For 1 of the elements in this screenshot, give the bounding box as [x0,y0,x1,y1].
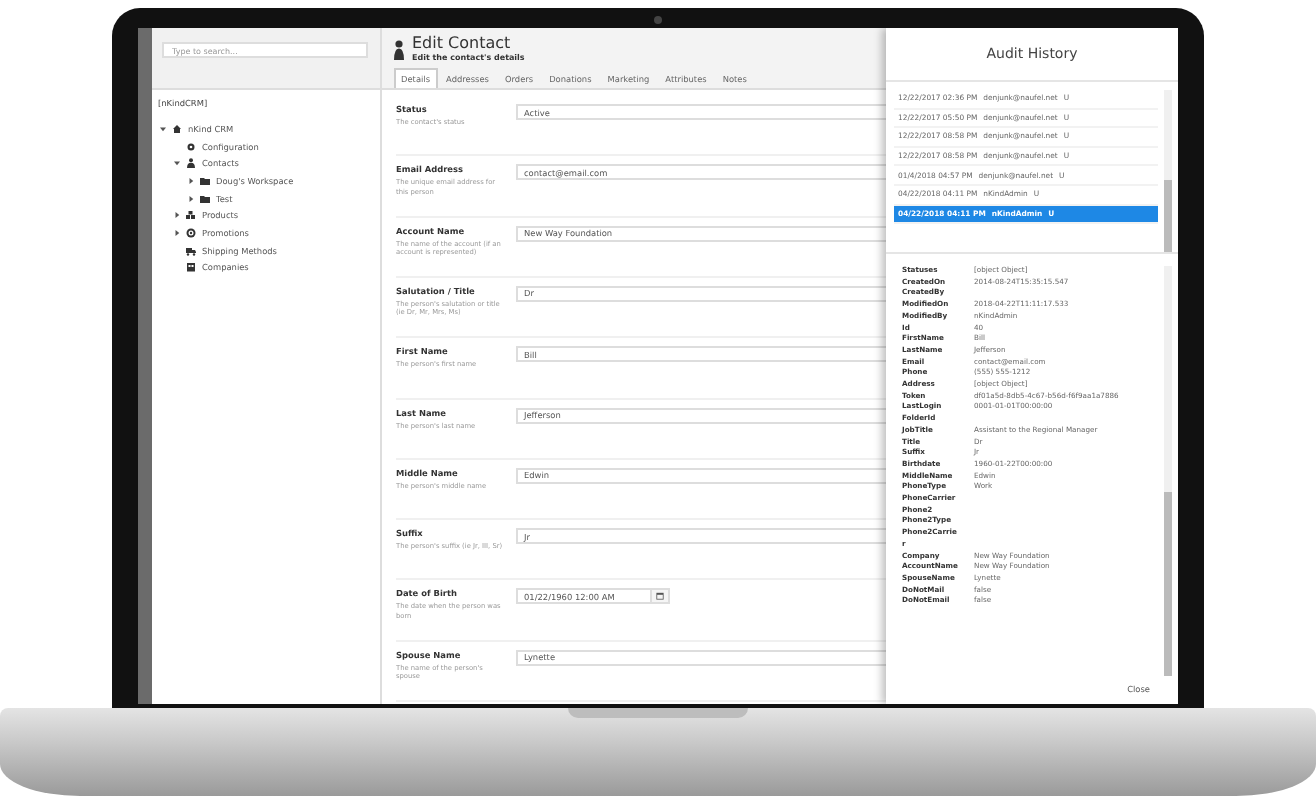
page-title: Edit Contact [412,36,513,52]
